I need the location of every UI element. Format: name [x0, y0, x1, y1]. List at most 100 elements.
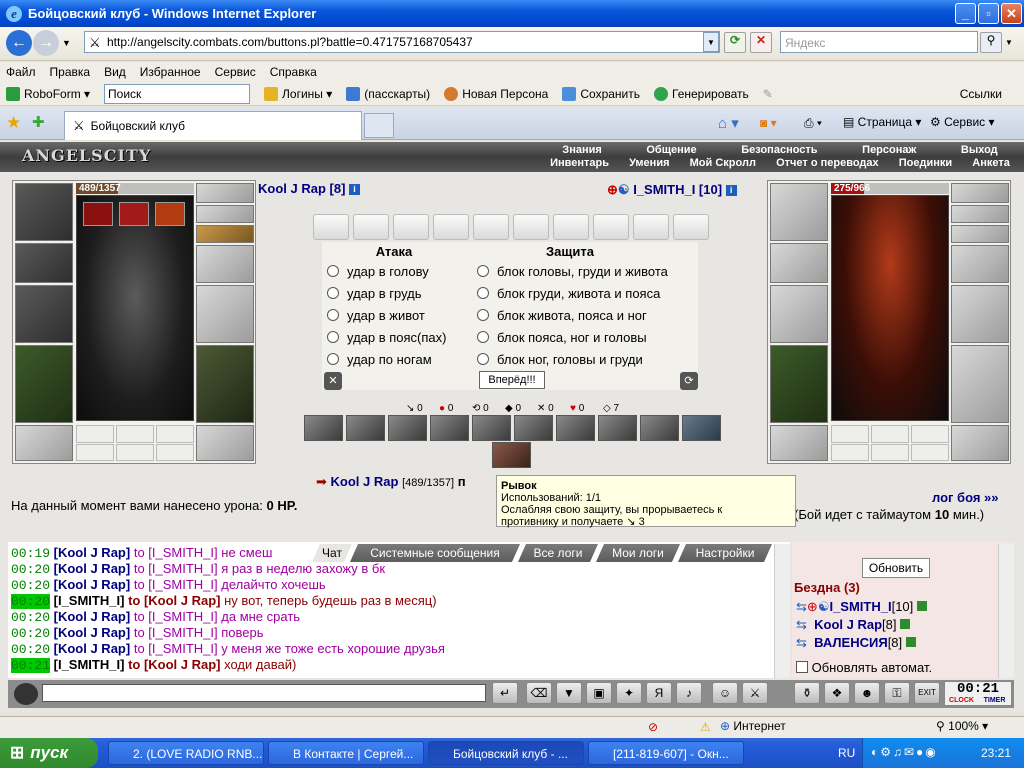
player-armor-slot[interactable] — [15, 345, 73, 423]
passcards-button[interactable]: (пасскарты) — [346, 86, 430, 101]
filter-icon[interactable]: ▼ — [556, 682, 582, 704]
timer-tab[interactable]: TIMER — [978, 696, 1011, 705]
enemy-small-slot-4[interactable] — [831, 444, 869, 461]
player-weapon-slot[interactable] — [15, 285, 73, 343]
clear-icon[interactable]: ⌫ — [526, 682, 552, 704]
menu-communication[interactable]: Общение — [646, 144, 696, 157]
scroll-slot-1[interactable] — [313, 214, 349, 240]
player-helmet-slot[interactable] — [15, 183, 73, 241]
task-fight-club[interactable]: Бойцовский клуб - ... — [428, 741, 584, 765]
player-small-slot-5[interactable] — [116, 444, 154, 461]
defense-radio-3[interactable] — [477, 309, 489, 321]
home-icon[interactable]: ⌂ ▾ — [718, 114, 739, 132]
attack-belly-radio[interactable] — [327, 309, 339, 321]
menu-exit[interactable]: Выход — [961, 144, 998, 157]
enemy-small-slot-6[interactable] — [911, 444, 949, 461]
defense-radio-2[interactable] — [477, 287, 489, 299]
zoom-control[interactable]: ⚲ 100% ▾ — [936, 719, 988, 733]
enemy-gloves-slot[interactable] — [951, 245, 1009, 283]
chat-message-input[interactable] — [42, 684, 486, 702]
user-row-3[interactable]: ⇆ ВАЛЕНСИЯ[8] — [796, 635, 916, 651]
attack-chest-radio[interactable] — [327, 287, 339, 299]
save-button[interactable]: Сохранить — [562, 86, 640, 101]
menu-security[interactable]: Безопасность — [741, 144, 817, 157]
addon-icon[interactable]: ⚠ — [700, 720, 711, 734]
enemy-belt-slot[interactable] — [770, 425, 828, 461]
auto-refresh-checkbox[interactable] — [796, 661, 808, 673]
task-vkontakte[interactable]: В Контакте | Сергей... — [268, 741, 424, 765]
enemy-small-slot-5[interactable] — [871, 444, 909, 461]
enemy-weapon-slot[interactable] — [770, 285, 828, 343]
address-dropdown-icon[interactable]: ▼ — [703, 32, 719, 52]
scroll-slot-10[interactable] — [673, 214, 709, 240]
forward-attack-button[interactable]: Вперёд!!! — [479, 371, 545, 389]
attack-belly[interactable]: удар в живот — [327, 306, 425, 326]
save-chat-icon[interactable]: ▣ — [586, 682, 612, 704]
player-buff-icon-2[interactable] — [119, 202, 149, 226]
search-input[interactable]: Яндекс — [780, 31, 978, 53]
defense-option-3[interactable]: блок живота, пояса и ног — [477, 306, 647, 326]
defense-option-5[interactable]: блок ног, головы и груди — [477, 350, 643, 370]
favorites-star-icon[interactable]: ★ — [6, 113, 21, 133]
task-icq-window[interactable]: [211-819-607] - Окн... — [588, 741, 744, 765]
player-name-link[interactable]: Kool J Rap [8] i — [258, 181, 361, 196]
scroll-slot-4[interactable] — [433, 214, 469, 240]
player-belt-slot[interactable] — [15, 425, 73, 461]
tray-icons[interactable]: ◐⚙♫✉●◉ — [871, 745, 938, 759]
enemy-amulet-slot[interactable] — [951, 205, 1009, 223]
sound-icon[interactable]: ♪ — [676, 682, 702, 704]
player-small-slot-3[interactable] — [156, 425, 194, 443]
page-menu[interactable]: ▤ Страница ▾ — [843, 115, 921, 129]
scroll-slot-3[interactable] — [393, 214, 429, 240]
friends-icon[interactable]: ☻ — [854, 682, 880, 704]
private-msg-icon[interactable]: ⇆ — [796, 635, 807, 650]
links-button[interactable]: Ссылки — [960, 87, 1002, 101]
logins-button[interactable]: Логины ▾ — [264, 86, 332, 101]
defense-option-2[interactable]: блок груди, живота и пояса — [477, 284, 660, 304]
attack-legs-radio[interactable] — [327, 353, 339, 365]
tab-fight-club[interactable]: ⚔ Бойцовский клуб — [64, 111, 362, 140]
attack-groin[interactable]: удар в пояс(пах) — [327, 328, 446, 348]
battle-log-link[interactable]: лог боя »» — [932, 490, 999, 505]
enemy-small-slot-2[interactable] — [871, 425, 909, 443]
defense-radio-1[interactable] — [477, 265, 489, 277]
skill-icon-10[interactable] — [682, 415, 721, 441]
users-scrollbar[interactable] — [998, 544, 1014, 678]
scroll-slot-9[interactable] — [633, 214, 669, 240]
chat-avatar-icon[interactable] — [14, 683, 38, 705]
skill-icon-6[interactable] — [514, 415, 553, 441]
print-icon[interactable]: ⎙ ▾ — [804, 116, 822, 131]
language-indicator[interactable]: RU — [838, 746, 855, 760]
player-info-icon[interactable]: i — [349, 184, 361, 195]
user-info-icon[interactable] — [900, 619, 911, 629]
menu-my-scroll[interactable]: Мой Скролл — [690, 157, 756, 170]
player-rings-slot[interactable] — [196, 225, 254, 243]
fighter-icon[interactable]: ✦ — [616, 682, 642, 704]
menu-knowledge[interactable]: Знания — [562, 144, 601, 157]
refresh-battle-icon[interactable]: ⟳ — [680, 372, 698, 390]
skill-icon-4[interactable] — [430, 415, 469, 441]
forward-button[interactable]: → — [33, 30, 59, 56]
menu-help[interactable]: Справка — [270, 65, 317, 79]
refresh-icon[interactable]: ⟳ — [724, 32, 746, 53]
defense-option-4[interactable]: блок пояса, ног и головы — [477, 328, 647, 348]
scroll-icon[interactable]: ❖ — [824, 682, 850, 704]
feeds-icon[interactable]: ◙ ▾ — [760, 116, 777, 130]
start-button[interactable]: ⊞ пуск — [0, 738, 98, 768]
chat-tab-system[interactable]: Системные сообщения — [350, 544, 520, 562]
close-button[interactable]: ✕ — [1001, 3, 1022, 24]
user-info-icon[interactable] — [905, 637, 916, 647]
player-gloves-slot[interactable] — [196, 245, 254, 283]
auto-refresh[interactable]: Обновлять автомат. — [796, 660, 932, 675]
maximize-button[interactable]: ▫ — [978, 3, 999, 24]
player-buff-icon-1[interactable] — [83, 202, 113, 226]
send-icon[interactable]: ↵ — [492, 682, 518, 704]
defense-radio-4[interactable] — [477, 331, 489, 343]
roboform-button[interactable]: RoboForm ▾ — [6, 86, 90, 101]
player-boots-slot[interactable] — [196, 425, 254, 461]
menu-favorites[interactable]: Избранное — [140, 65, 201, 79]
privacy-icon[interactable]: ⊘ — [648, 720, 658, 734]
roboform-search-input[interactable]: Поиск — [104, 83, 251, 104]
attack-head[interactable]: удар в голову — [327, 262, 429, 282]
enemy-boots-slot[interactable] — [951, 425, 1009, 461]
